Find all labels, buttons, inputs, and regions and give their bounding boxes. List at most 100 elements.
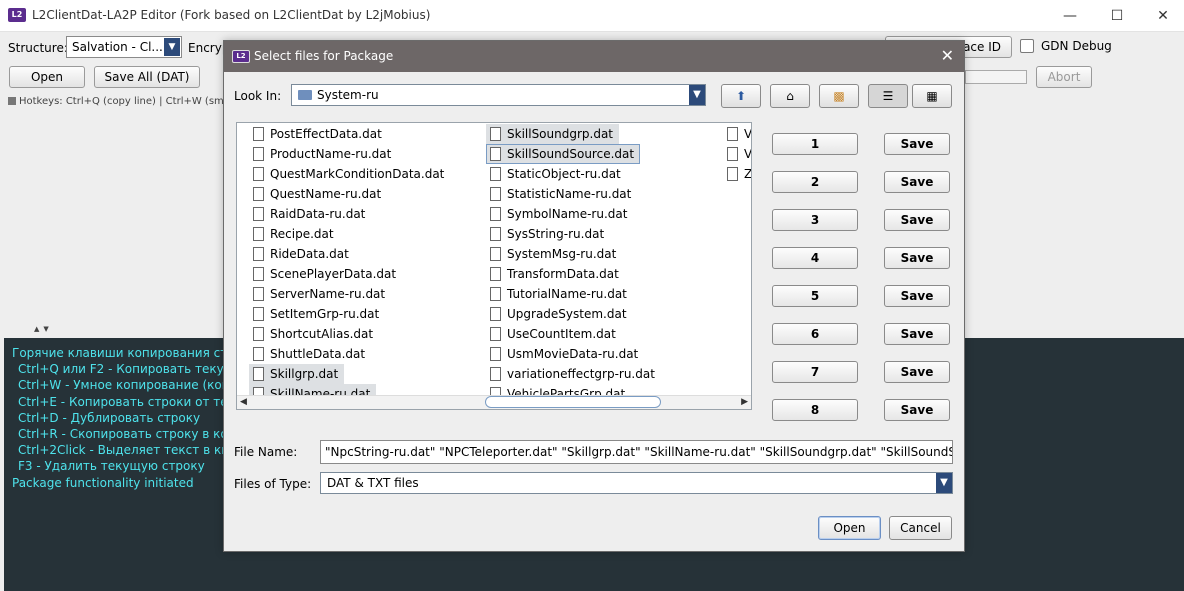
- new-folder-button[interactable]: ▩: [819, 84, 859, 108]
- list-item[interactable]: V: [723, 124, 751, 144]
- chevron-down-icon: ▼: [164, 38, 180, 56]
- slot-button-7[interactable]: 7: [772, 361, 858, 383]
- file-icon: [253, 347, 264, 361]
- file-icon: [490, 167, 501, 181]
- list-item[interactable]: V: [723, 144, 751, 164]
- scroll-left-icon[interactable]: ◀: [240, 397, 247, 407]
- list-item[interactable]: StatisticName-ru.dat: [486, 184, 637, 204]
- open-button[interactable]: Open: [9, 66, 85, 88]
- slot-button-6[interactable]: 6: [772, 323, 858, 345]
- list-item[interactable]: RaidData-ru.dat: [249, 204, 371, 224]
- list-item[interactable]: UsmMovieData-ru.dat: [486, 344, 644, 364]
- save-slot-button[interactable]: Save: [884, 133, 950, 155]
- list-item[interactable]: ProductName-ru.dat: [249, 144, 397, 164]
- home-icon: ⌂: [786, 89, 794, 103]
- file-name: SkillSoundSource.dat: [507, 147, 635, 161]
- save-all-dat-button[interactable]: Save All (DAT): [94, 66, 200, 88]
- save-slot-button[interactable]: Save: [884, 247, 950, 269]
- list-item[interactable]: QuestName-ru.dat: [249, 184, 387, 204]
- details-view-button[interactable]: ▦: [912, 84, 952, 108]
- list-item[interactable]: SkillSoundSource.dat: [486, 144, 641, 164]
- list-item[interactable]: ShortcutAlias.dat: [249, 324, 379, 344]
- file-name-field[interactable]: "NpcString-ru.dat" "NPCTeleporter.dat" "…: [320, 440, 953, 464]
- list-item[interactable]: TransformData.dat: [486, 264, 625, 284]
- gdn-debug-label: GDN Debug: [1041, 39, 1112, 53]
- file-icon: [490, 307, 501, 321]
- list-item[interactable]: ScenePlayerData.dat: [249, 264, 402, 284]
- file-name: RaidData-ru.dat: [270, 207, 366, 221]
- slot-button-2[interactable]: 2: [772, 171, 858, 193]
- list-item[interactable]: UseCountItem.dat: [486, 324, 622, 344]
- slot-button-5[interactable]: 5: [772, 285, 858, 307]
- file-name: TransformData.dat: [507, 267, 619, 281]
- file-icon: [490, 327, 501, 341]
- file-icon: [253, 187, 264, 201]
- abort-button[interactable]: Abort: [1036, 66, 1092, 88]
- save-slot-button[interactable]: Save: [884, 209, 950, 231]
- file-name: variationeffectgrp-ru.dat: [507, 367, 655, 381]
- home-button[interactable]: ⌂: [770, 84, 810, 108]
- list-item[interactable]: QuestMarkConditionData.dat: [249, 164, 450, 184]
- slot-button-8[interactable]: 8: [772, 399, 858, 421]
- list-item[interactable]: StaticObject-ru.dat: [486, 164, 627, 184]
- list-item[interactable]: Recipe.dat: [249, 224, 340, 244]
- up-folder-button[interactable]: ⬆: [721, 84, 761, 108]
- structure-select[interactable]: Salvation - Cl... ▼: [66, 36, 182, 58]
- list-item[interactable]: UpgradeSystem.dat: [486, 304, 633, 324]
- cancel-button[interactable]: Cancel: [889, 516, 952, 540]
- list-item[interactable]: Z: [723, 164, 751, 184]
- select-files-dialog: L2 Select files for Package ✕ Look In: S…: [223, 40, 965, 552]
- slot-button-3[interactable]: 3: [772, 209, 858, 231]
- window-title: L2ClientDat-LA2P Editor (Fork based on L…: [32, 8, 431, 22]
- file-icon: [490, 367, 501, 381]
- save-slot-button[interactable]: Save: [884, 323, 950, 345]
- save-slot-button[interactable]: Save: [884, 361, 950, 383]
- file-list[interactable]: PostEffectData.dat ProductName-ru.dat Qu…: [236, 122, 752, 410]
- new-folder-icon: ▩: [833, 89, 845, 103]
- window-titlebar: L2 L2ClientDat-LA2P Editor (Fork based o…: [0, 0, 1184, 32]
- slot-button-4[interactable]: 4: [772, 247, 858, 269]
- list-item[interactable]: RideData.dat: [249, 244, 355, 264]
- list-item[interactable]: SystemMsg-ru.dat: [486, 244, 622, 264]
- files-of-type-label: Files of Type:: [234, 477, 312, 491]
- dialog-title: Select files for Package: [254, 49, 394, 63]
- save-slot-button[interactable]: Save: [884, 285, 950, 307]
- file-icon: [727, 127, 738, 141]
- file-name: PostEffectData.dat: [270, 127, 382, 141]
- look-in-label: Look In:: [234, 89, 282, 103]
- up-folder-icon: ⬆: [735, 89, 747, 103]
- l2-app-icon: L2: [232, 50, 250, 63]
- list-item[interactable]: PostEffectData.dat: [249, 124, 388, 144]
- list-item[interactable]: SetItemGrp-ru.dat: [249, 304, 385, 324]
- list-item[interactable]: ShuttleData.dat: [249, 344, 371, 364]
- open-button[interactable]: Open: [818, 516, 881, 540]
- list-item[interactable]: variationeffectgrp-ru.dat: [486, 364, 661, 384]
- close-icon[interactable]: ✕: [1151, 4, 1175, 28]
- list-item[interactable]: SymbolName-ru.dat: [486, 204, 633, 224]
- list-item[interactable]: Skillgrp.dat: [249, 364, 345, 384]
- slot-button-1[interactable]: 1: [772, 133, 858, 155]
- close-icon[interactable]: ✕: [941, 46, 954, 65]
- save-slot-button[interactable]: Save: [884, 399, 950, 421]
- files-of-type-select[interactable]: DAT & TXT files ▼: [320, 472, 953, 494]
- list-item[interactable]: TutorialName-ru.dat: [486, 284, 633, 304]
- file-icon: [490, 347, 501, 361]
- file-name: RideData.dat: [270, 247, 349, 261]
- list-item[interactable]: SysString-ru.dat: [486, 224, 610, 244]
- maximize-icon[interactable]: ☐: [1105, 4, 1129, 28]
- list-item[interactable]: SkillSoundgrp.dat: [486, 124, 620, 144]
- split-arrows-icon[interactable]: ▲▼: [34, 325, 53, 333]
- files-of-type-value: DAT & TXT files: [327, 476, 419, 490]
- save-slot-button[interactable]: Save: [884, 171, 950, 193]
- gdn-debug-checkbox[interactable]: [1020, 39, 1034, 53]
- file-name: QuestName-ru.dat: [270, 187, 382, 201]
- list-view-icon: ☰: [882, 89, 894, 103]
- look-in-select[interactable]: System-ru ▼: [291, 84, 706, 106]
- horizontal-scrollbar[interactable]: ◀ ▶: [237, 395, 751, 409]
- scroll-right-icon[interactable]: ▶: [741, 397, 748, 407]
- file-icon: [727, 147, 738, 161]
- scrollbar-thumb[interactable]: [485, 396, 661, 408]
- list-item[interactable]: ServerName-ru.dat: [249, 284, 391, 304]
- minimize-icon[interactable]: —: [1058, 4, 1082, 28]
- list-view-button[interactable]: ☰: [868, 84, 908, 108]
